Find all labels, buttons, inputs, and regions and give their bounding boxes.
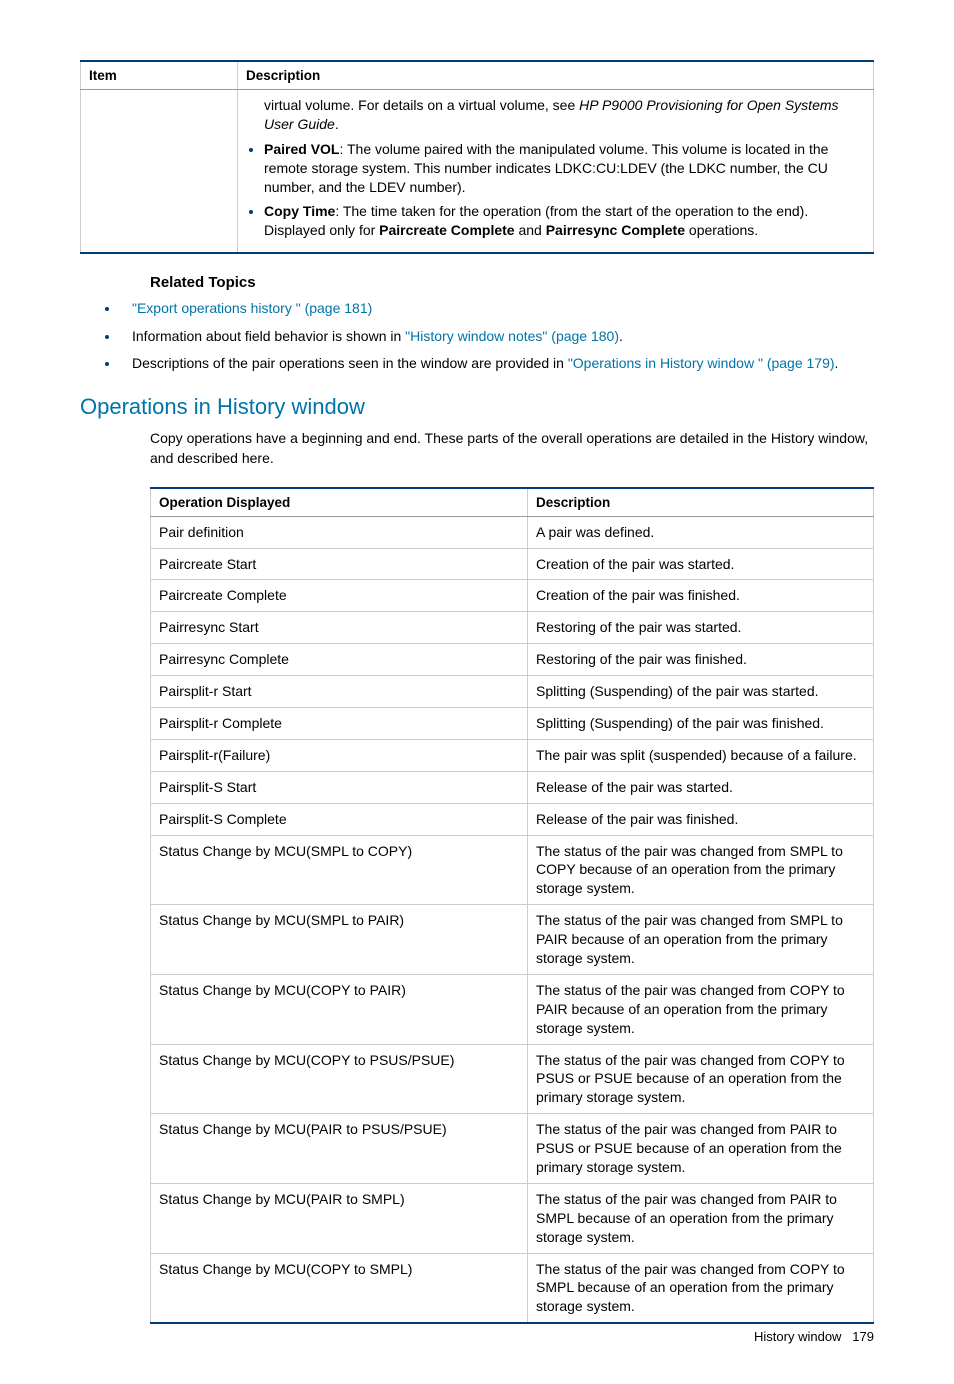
operation-cell: Status Change by MCU(PAIR to SMPL): [151, 1183, 528, 1253]
description-cell: The pair was split (suspended) because o…: [528, 739, 874, 771]
item-description-table: Item Description virtual volume. For det…: [80, 60, 874, 254]
section-intro-text: Copy operations have a beginning and end…: [150, 428, 874, 469]
operation-cell: Pairsplit-S Complete: [151, 803, 528, 835]
description-cell: Release of the pair was finished.: [528, 803, 874, 835]
table-header-description: Description: [528, 488, 874, 517]
operation-cell: Pairresync Start: [151, 612, 528, 644]
table-row: Pairsplit-S StartRelease of the pair was…: [151, 771, 874, 803]
operation-cell: Status Change by MCU(COPY to PSUS/PSUE): [151, 1044, 528, 1114]
table-row: Status Change by MCU(COPY to PAIR)The st…: [151, 974, 874, 1044]
table-row: Status Change by MCU(PAIR to PSUS/PSUE)T…: [151, 1114, 874, 1184]
related-topics-heading: Related Topics: [150, 274, 874, 291]
table-header-description: Description: [238, 61, 874, 90]
table-row: Pairresync CompleteRestoring of the pair…: [151, 644, 874, 676]
operation-cell: Pair definition: [151, 516, 528, 548]
table-header-item: Item: [81, 61, 238, 90]
description-cell: Release of the pair was started.: [528, 771, 874, 803]
description-cell: The status of the pair was changed from …: [528, 1253, 874, 1323]
list-item: Paired VOL: The volume paired with the m…: [264, 140, 865, 197]
description-cell: Splitting (Suspending) of the pair was s…: [528, 676, 874, 708]
table-row: Paircreate StartCreation of the pair was…: [151, 548, 874, 580]
table-row: Status Change by MCU(COPY to PSUS/PSUE)T…: [151, 1044, 874, 1114]
link-history-window-notes[interactable]: "History window notes" (page 180): [405, 328, 619, 344]
description-cell: The status of the pair was changed from …: [528, 1114, 874, 1184]
section-heading-operations: Operations in History window: [80, 394, 874, 420]
table-row: Pair definitionA pair was defined.: [151, 516, 874, 548]
description-cell: Restoring of the pair was finished.: [528, 644, 874, 676]
page-footer: History window 179: [754, 1329, 874, 1344]
table-row: Pairsplit-r CompleteSplitting (Suspendin…: [151, 707, 874, 739]
description-cell: Restoring of the pair was started.: [528, 612, 874, 644]
operation-cell: Pairsplit-r(Failure): [151, 739, 528, 771]
operation-cell: Status Change by MCU(SMPL to PAIR): [151, 905, 528, 975]
operation-cell: Paircreate Complete: [151, 580, 528, 612]
table-row: Status Change by MCU(SMPL to PAIR)The st…: [151, 905, 874, 975]
table-row: Pairsplit-S CompleteRelease of the pair …: [151, 803, 874, 835]
list-item: "Export operations history " (page 181): [120, 299, 874, 319]
operation-cell: Paircreate Start: [151, 548, 528, 580]
related-topics-list: "Export operations history " (page 181) …: [120, 299, 874, 374]
operation-cell: Status Change by MCU(SMPL to COPY): [151, 835, 528, 905]
link-operations-in-history[interactable]: "Operations in History window " (page 17…: [568, 355, 835, 371]
description-cell: Creation of the pair was finished.: [528, 580, 874, 612]
operation-cell: Status Change by MCU(COPY to PAIR): [151, 974, 528, 1044]
footer-label: History window: [754, 1329, 841, 1344]
table-row: Pairsplit-r(Failure)The pair was split (…: [151, 739, 874, 771]
description-cell: The status of the pair was changed from …: [528, 974, 874, 1044]
description-cell: The status of the pair was changed from …: [528, 1183, 874, 1253]
table-row: Status Change by MCU(COPY to SMPL)The st…: [151, 1253, 874, 1323]
table-row: Paircreate CompleteCreation of the pair …: [151, 580, 874, 612]
table-header-operation: Operation Displayed: [151, 488, 528, 517]
description-cell: The status of the pair was changed from …: [528, 835, 874, 905]
description-cell: Splitting (Suspending) of the pair was f…: [528, 707, 874, 739]
table-row: virtual volume. For details on a virtual…: [81, 90, 874, 254]
operation-cell: Pairsplit-S Start: [151, 771, 528, 803]
list-item: Copy Time: The time taken for the operat…: [264, 202, 865, 240]
description-cell: Creation of the pair was started.: [528, 548, 874, 580]
operation-cell: Pairsplit-r Complete: [151, 707, 528, 739]
description-cell: The status of the pair was changed from …: [528, 905, 874, 975]
list-item: Information about field behavior is show…: [120, 327, 874, 347]
continuation-text: virtual volume. For details on a virtual…: [264, 96, 865, 134]
description-cell: A pair was defined.: [528, 516, 874, 548]
description-cell: The status of the pair was changed from …: [528, 1044, 874, 1114]
operation-cell: Status Change by MCU(PAIR to PSUS/PSUE): [151, 1114, 528, 1184]
operation-cell: Status Change by MCU(COPY to SMPL): [151, 1253, 528, 1323]
table-row: Status Change by MCU(PAIR to SMPL)The st…: [151, 1183, 874, 1253]
operations-table: Operation Displayed Description Pair def…: [150, 487, 874, 1325]
footer-page-number: 179: [852, 1329, 874, 1344]
table-row: Pairsplit-r StartSplitting (Suspending) …: [151, 676, 874, 708]
table-row: Pairresync StartRestoring of the pair wa…: [151, 612, 874, 644]
table-row: Status Change by MCU(SMPL to COPY)The st…: [151, 835, 874, 905]
operation-cell: Pairresync Complete: [151, 644, 528, 676]
list-item: Descriptions of the pair operations seen…: [120, 354, 874, 374]
operation-cell: Pairsplit-r Start: [151, 676, 528, 708]
link-export-operations[interactable]: "Export operations history " (page 181): [132, 300, 372, 316]
